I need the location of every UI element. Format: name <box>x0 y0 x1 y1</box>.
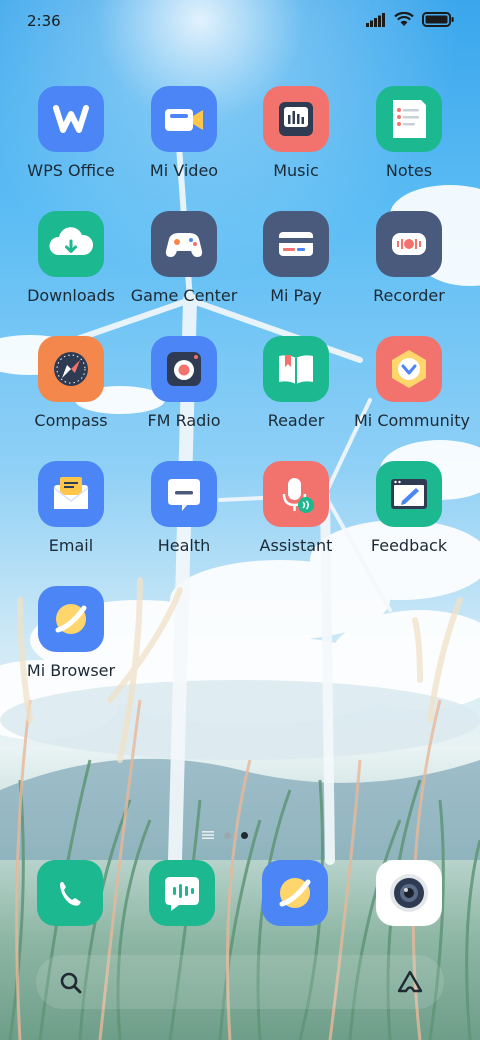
app-email[interactable]: Email <box>16 461 126 571</box>
page-dot-current[interactable] <box>241 831 248 839</box>
fm-radio-icon <box>151 336 217 402</box>
dock-messaging[interactable] <box>149 860 215 926</box>
app-label: Notes <box>385 161 433 180</box>
battery-icon <box>422 12 454 27</box>
dock-browser[interactable] <box>262 860 328 926</box>
page-dot-2[interactable] <box>224 831 231 839</box>
mi-community-icon <box>376 336 442 402</box>
app-label: Downloads <box>27 286 115 305</box>
app-label: Health <box>157 536 211 555</box>
search-bar[interactable] <box>36 955 444 1009</box>
dock-phone[interactable] <box>37 860 103 926</box>
app-label: Reader <box>267 411 325 430</box>
phone-icon <box>60 882 81 906</box>
browser-icon <box>279 878 311 908</box>
assistant-icon <box>263 461 329 527</box>
app-label: Mi Community <box>354 411 470 430</box>
app-label: Mi Browser <box>26 661 116 680</box>
app-compass[interactable]: Compass <box>16 336 126 446</box>
app-mi-pay[interactable]: Mi Pay <box>241 211 351 321</box>
app-downloads[interactable]: Downloads <box>16 211 126 321</box>
wps-office-icon <box>38 86 104 152</box>
app-label: Game Center <box>130 286 238 305</box>
app-fm-radio[interactable]: FM Radio <box>129 336 239 446</box>
app-label: Assistant <box>259 536 333 555</box>
app-health[interactable]: Health <box>129 461 239 571</box>
downloads-icon <box>38 211 104 277</box>
app-label: WPS Office <box>27 161 115 180</box>
camera-icon <box>390 874 428 912</box>
status-bar: 2:36 <box>0 0 480 42</box>
app-label: Compass <box>34 411 108 430</box>
dock-camera[interactable] <box>376 860 442 926</box>
mi-browser-icon <box>38 586 104 652</box>
status-icons <box>366 12 454 27</box>
wifi-icon <box>394 12 414 26</box>
search-icon[interactable] <box>58 970 84 996</box>
app-mi-browser[interactable]: Mi Browser <box>16 586 126 696</box>
page-dot-1[interactable] <box>202 830 214 840</box>
compass-icon <box>38 336 104 402</box>
app-mi-community[interactable]: Mi Community <box>354 336 470 446</box>
app-label: Feedback <box>370 536 448 555</box>
page-indicator[interactable] <box>202 830 248 840</box>
assistant-a-icon[interactable] <box>396 969 424 995</box>
messaging-icon <box>165 877 199 911</box>
app-assistant[interactable]: Assistant <box>241 461 351 571</box>
app-notes[interactable]: Notes <box>354 86 464 196</box>
app-label: Email <box>48 536 94 555</box>
app-reader[interactable]: Reader <box>241 336 351 446</box>
app-mi-video[interactable]: Mi Video <box>129 86 239 196</box>
app-game-center[interactable]: Game Center <box>129 211 239 321</box>
app-feedback[interactable]: Feedback <box>354 461 464 571</box>
app-label: Recorder <box>373 286 445 305</box>
status-time: 2:36 <box>27 12 61 30</box>
app-label: FM Radio <box>147 411 221 430</box>
app-label: Music <box>273 161 319 180</box>
music-icon <box>263 86 329 152</box>
email-icon <box>38 461 104 527</box>
mi-video-icon <box>151 86 217 152</box>
home-screen: 2:36 WPS Office Mi Video Music Notes Dow… <box>0 0 480 1040</box>
app-label: Mi Video <box>149 161 219 180</box>
health-icon <box>151 461 217 527</box>
notes-icon <box>376 86 442 152</box>
app-music[interactable]: Music <box>241 86 351 196</box>
app-recorder[interactable]: Recorder <box>354 211 464 321</box>
app-wps-office[interactable]: WPS Office <box>16 86 126 196</box>
app-label: Mi Pay <box>270 286 322 305</box>
mi-pay-icon <box>263 211 329 277</box>
recorder-icon <box>376 211 442 277</box>
game-center-icon <box>151 211 217 277</box>
reader-icon <box>263 336 329 402</box>
signal-icon <box>366 12 385 27</box>
feedback-icon <box>376 461 442 527</box>
